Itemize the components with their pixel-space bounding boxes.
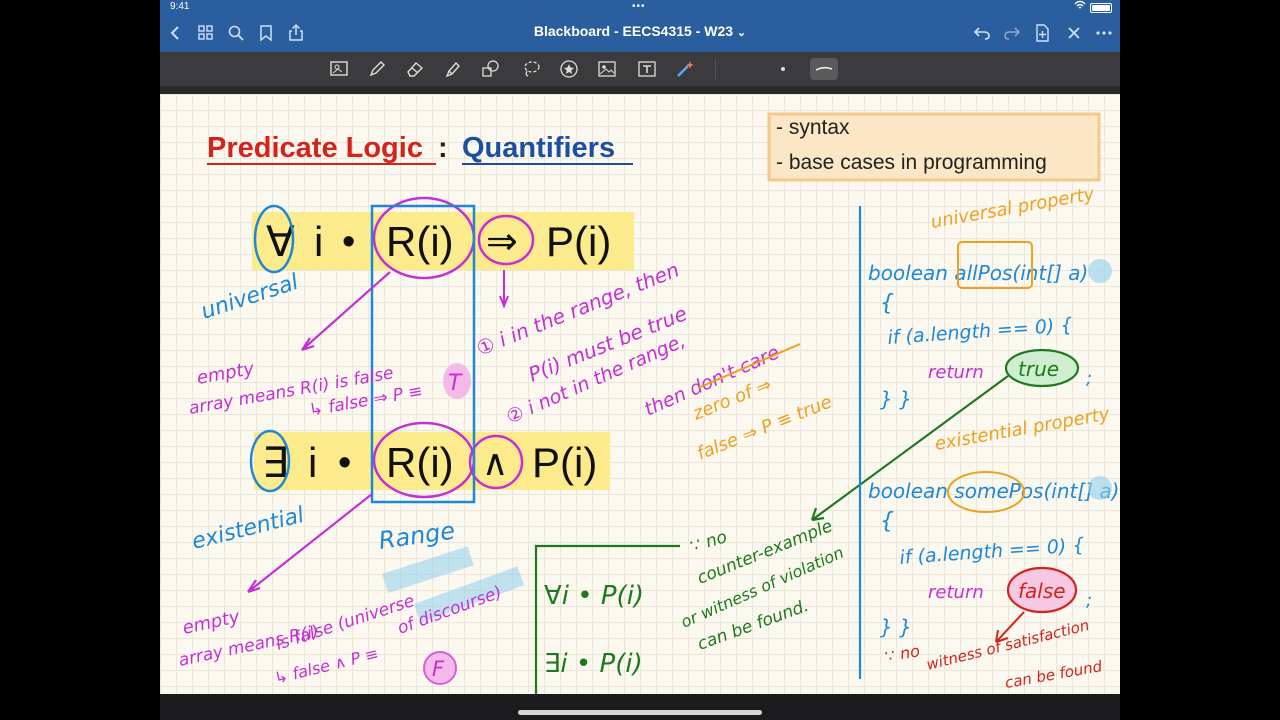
status-bar: 9:41 •••	[160, 0, 1120, 14]
if-len-2: if (a.length == 0) {	[899, 534, 1085, 569]
text-icon[interactable]	[636, 58, 658, 80]
handwritten-notes: Predicate Logic : Quantifiers - syntax -…	[177, 112, 1119, 694]
return-1: return	[928, 362, 984, 383]
param-highlight-1	[1088, 259, 1112, 283]
universal-body: P(i)	[546, 218, 611, 265]
notes-item-base-cases: - base cases in programming	[776, 151, 1047, 174]
semi-2: ;	[1086, 590, 1092, 611]
wifi-icon	[1074, 0, 1086, 15]
semi-1: ;	[1086, 368, 1092, 389]
document-title-text[interactable]: Blackboard - EECS4315 - W23	[534, 23, 733, 39]
share-icon[interactable]	[286, 23, 306, 43]
add-page-icon[interactable]	[1032, 23, 1052, 43]
param-highlight-2	[1088, 476, 1112, 500]
existential-label: existential	[189, 503, 306, 555]
red-note-3: can be found	[1004, 657, 1104, 692]
existential-dot: •	[338, 442, 351, 484]
highlighter-icon[interactable]	[442, 58, 464, 80]
eraser-icon[interactable]	[404, 58, 426, 80]
boolean-allPos: boolean allPos(int[] a)	[868, 261, 1088, 285]
dot-size-icon[interactable]	[772, 58, 794, 80]
battery-icon	[1090, 3, 1112, 13]
existential-var: i	[308, 439, 317, 486]
shapes-icon[interactable]	[480, 58, 502, 80]
universal-range: R(i)	[386, 218, 454, 265]
notes-item-syntax: - syntax	[776, 116, 850, 139]
universal-var: i	[314, 218, 323, 265]
navigation-bar: Blackboard - EECS4315 - W23 ⌄	[160, 14, 1120, 52]
true-value: true	[1018, 357, 1059, 381]
universal-property: universal property	[929, 183, 1096, 232]
existential-body: P(i)	[532, 439, 597, 486]
bookmark-icon[interactable]	[256, 23, 276, 43]
brace-close-1: } }	[880, 387, 912, 411]
stroke-icon[interactable]	[810, 58, 838, 80]
ipad-screen: 9:41 ••• Blackboard - EECS4315 - W23 ⌄ P…	[160, 0, 1120, 720]
status-time: 9:41	[170, 1, 190, 12]
close-icon[interactable]	[1064, 23, 1084, 43]
image-icon[interactable]	[596, 58, 618, 80]
arrow-down-implies	[499, 270, 509, 309]
title-blue: Quantifiers	[462, 132, 615, 164]
and-symbol: ∧	[482, 442, 508, 483]
multitask-dots[interactable]: •••	[632, 0, 646, 14]
truth-F: F	[432, 657, 445, 681]
title-colon: :	[438, 132, 448, 164]
implies-symbol: ⇒	[486, 221, 518, 263]
boolean-somePos: boolean somePos(int[] a)	[868, 479, 1119, 503]
star-icon[interactable]	[558, 58, 580, 80]
brace-open-2: {	[880, 509, 894, 534]
arrow-to-empty-existential	[247, 493, 373, 594]
arrow-to-empty-universal	[301, 271, 391, 352]
grid-icon[interactable]	[196, 23, 216, 43]
brace-open-1: {	[880, 291, 894, 316]
bottom-bar	[160, 694, 1120, 720]
universe-highlight	[382, 546, 474, 594]
existential-range: R(i)	[386, 439, 454, 486]
empty-exist-1: empty	[181, 606, 242, 639]
undo-icon[interactable]	[972, 23, 992, 43]
box-forall: ∀i • P(i)	[544, 581, 644, 611]
universal-dot: •	[342, 221, 355, 263]
back-icon[interactable]	[166, 23, 186, 43]
home-indicator[interactable]	[518, 710, 762, 715]
image-select-icon[interactable]	[328, 58, 350, 80]
false-value: false	[1018, 579, 1066, 603]
laser-icon[interactable]	[674, 58, 696, 80]
truth-T: T	[448, 371, 463, 396]
more-icon[interactable]	[1094, 23, 1114, 43]
redo-icon[interactable]	[1002, 23, 1022, 43]
notebook-page[interactable]: Predicate Logic : Quantifiers - syntax -…	[160, 94, 1120, 694]
drawing-toolbar	[160, 52, 1120, 86]
green-note-1: ∵ no	[688, 527, 729, 557]
pen-icon[interactable]	[366, 58, 388, 80]
brace-close-2: } }	[880, 615, 912, 639]
range-label: Range	[377, 517, 457, 555]
if-len-1: if (a.length == 0) {	[887, 314, 1073, 349]
red-note-1: ∵ no	[883, 641, 921, 666]
lasso-icon[interactable]	[520, 58, 542, 80]
chevron-down-icon[interactable]: ⌄	[737, 27, 746, 39]
title-red: Predicate Logic	[207, 132, 423, 164]
universal-label: universal	[198, 270, 301, 325]
search-icon[interactable]	[226, 23, 246, 43]
box-exists: ∃i • P(i)	[544, 649, 643, 679]
toolbar-divider	[160, 86, 1120, 94]
empty-universal-1: empty	[195, 358, 256, 389]
return-2: return	[928, 582, 984, 603]
